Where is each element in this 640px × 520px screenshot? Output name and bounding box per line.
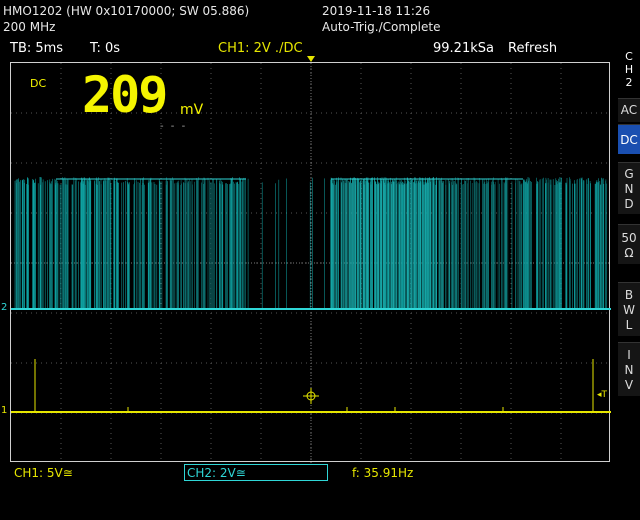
timebase-label[interactable]: TB: 5ms (10, 41, 63, 56)
coupling-gnd-button[interactable]: G N D (618, 162, 640, 214)
button-label: B (624, 288, 634, 302)
measurement-unit: mV (180, 102, 204, 118)
button-label: Ω (624, 246, 634, 260)
side-title-char: C (625, 50, 633, 63)
coupling-ac-button[interactable]: AC (618, 98, 640, 122)
coupling-dc-button[interactable]: DC (618, 124, 640, 154)
button-label: W (623, 303, 635, 317)
button-label: N (624, 182, 634, 196)
impedance-50-ohm-button[interactable]: 50 Ω (618, 224, 640, 264)
trigger-time-label[interactable]: T: 0s (90, 41, 120, 56)
bandwidth-label: 200 MHz (3, 20, 56, 34)
button-label: 50 (621, 231, 637, 245)
coupling-indicator: DC (30, 77, 47, 90)
button-label: D (624, 197, 634, 211)
ch2-settings-box[interactable]: CH2: 2V≅ (184, 464, 328, 481)
side-menu-title: C H 2 (618, 50, 640, 89)
button-label: I (627, 348, 631, 362)
measurement-value: 209 (82, 66, 168, 124)
ch2-ground-marker[interactable]: 2 (1, 302, 7, 313)
button-label: N (624, 363, 634, 377)
invert-button[interactable]: I N V (618, 342, 640, 396)
side-title-char: 2 (625, 76, 633, 89)
ch2-settings-label: CH2: 2V≅ (187, 466, 246, 480)
button-label: DC (620, 133, 638, 147)
trigger-status: Auto-Trig./Complete (322, 20, 441, 34)
datetime-label: 2019-11-18 11:26 (322, 4, 431, 18)
measurement-placeholder: - - - (160, 121, 188, 132)
ch1-ground-marker[interactable]: 1 (1, 405, 7, 416)
device-info: HMO1202 (HW 0x10170000; SW 05.886) (3, 4, 250, 18)
trigger-source-label[interactable]: CH1: 2V ./DC (218, 41, 303, 56)
button-label: V (624, 378, 634, 392)
frequency-readout: f: 35.91Hz (352, 466, 414, 480)
sample-rate-label: 99.21kSa (433, 41, 494, 56)
trigger-level-marker[interactable]: ◂T (597, 390, 607, 400)
button-label: AC (620, 103, 638, 117)
acquisition-mode-label[interactable]: Refresh (508, 41, 557, 56)
bandwidth-limit-button[interactable]: B W L (618, 282, 640, 336)
side-title-char: H (624, 63, 634, 76)
button-label: L (625, 318, 633, 332)
button-label: G (624, 167, 634, 181)
ch1-settings-label[interactable]: CH1: 5V≅ (14, 466, 73, 480)
